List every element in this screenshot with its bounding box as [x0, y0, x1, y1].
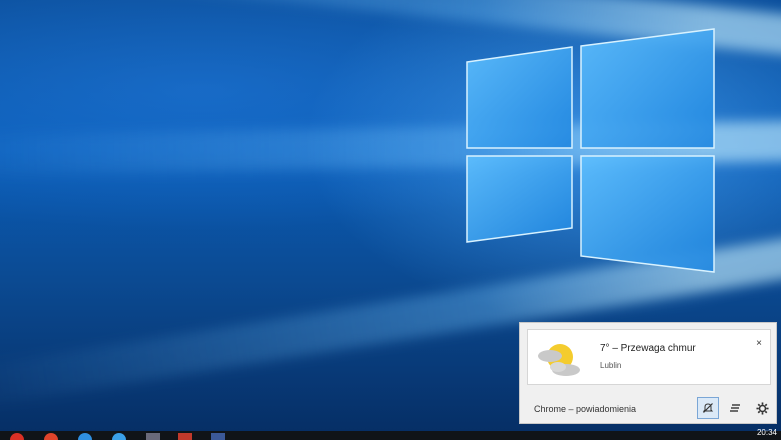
clock[interactable]: 20:34	[757, 428, 777, 437]
settings-button[interactable]	[751, 397, 773, 419]
logo-pane-top-left	[466, 46, 573, 149]
do-not-disturb-button[interactable]	[697, 397, 719, 419]
logo-pane-top-right	[580, 28, 715, 149]
close-icon[interactable]: ×	[756, 338, 762, 349]
logo-pane-bottom-left	[466, 155, 573, 243]
bell-off-icon	[702, 403, 714, 413]
clear-list-icon	[730, 404, 740, 412]
notification-source-label: Chrome – powiadomienia	[534, 404, 637, 414]
partly-cloudy-icon	[528, 330, 588, 384]
app-icon[interactable]	[146, 433, 160, 440]
clear-all-button[interactable]	[724, 397, 746, 419]
notification-location: Lublin	[600, 361, 622, 370]
mail-icon[interactable]	[178, 433, 192, 440]
notification-panel: 7° – Przewaga chmur Lublin × Chrome – po…	[519, 322, 777, 424]
chrome-icon[interactable]	[10, 433, 24, 440]
notification-title: 7° – Przewaga chmur	[600, 343, 696, 354]
logo-pane-bottom-right	[580, 155, 715, 273]
gear-icon	[755, 401, 769, 415]
browser-icon[interactable]	[78, 433, 92, 440]
facebook-icon[interactable]	[211, 433, 225, 440]
globe-icon[interactable]	[112, 433, 126, 440]
flame-app-icon[interactable]	[44, 433, 58, 440]
weather-notification-card[interactable]: 7° – Przewaga chmur Lublin ×	[527, 329, 771, 385]
